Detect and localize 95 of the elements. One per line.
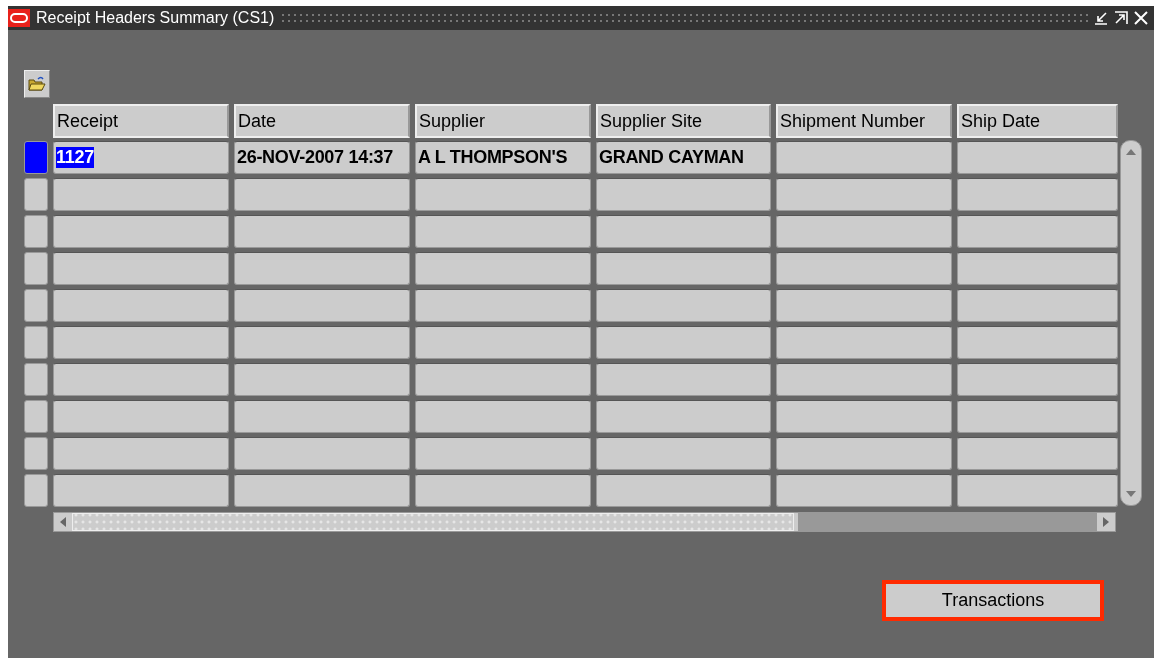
table-cell[interactable] bbox=[776, 473, 952, 507]
row-indicator[interactable] bbox=[24, 473, 48, 507]
table-cell[interactable] bbox=[53, 288, 229, 322]
table-cell[interactable] bbox=[596, 251, 771, 285]
transactions-button[interactable]: Transactions bbox=[882, 580, 1104, 621]
cell-text: GRAND CAYMAN bbox=[599, 146, 744, 168]
table-cell[interactable]: GRAND CAYMAN bbox=[596, 140, 771, 174]
column-header: Shipment Number bbox=[776, 104, 952, 138]
table-cell[interactable] bbox=[415, 362, 591, 396]
table-cell[interactable] bbox=[415, 214, 591, 248]
table-cell[interactable] bbox=[234, 436, 410, 470]
table-cell[interactable] bbox=[53, 436, 229, 470]
table-cell[interactable] bbox=[234, 251, 410, 285]
table-cell[interactable] bbox=[957, 140, 1118, 174]
table-cell[interactable] bbox=[234, 362, 410, 396]
table-cell[interactable] bbox=[957, 436, 1118, 470]
table-cell[interactable] bbox=[596, 288, 771, 322]
horizontal-scrollbar[interactable] bbox=[53, 512, 1116, 532]
close-icon[interactable] bbox=[1134, 11, 1148, 25]
row-indicator[interactable] bbox=[24, 177, 48, 211]
scroll-right-icon[interactable] bbox=[1101, 516, 1111, 528]
open-folder-button[interactable] bbox=[24, 70, 50, 98]
table-cell[interactable]: 1127 bbox=[53, 140, 229, 174]
table-cell[interactable] bbox=[234, 325, 410, 359]
row-indicator[interactable] bbox=[24, 214, 48, 248]
table-cell[interactable] bbox=[234, 214, 410, 248]
table-cell[interactable] bbox=[957, 325, 1118, 359]
column-header: Receipt bbox=[53, 104, 229, 138]
table-cell[interactable] bbox=[596, 177, 771, 211]
minimize-icon[interactable] bbox=[1094, 11, 1108, 25]
table-cell[interactable] bbox=[596, 362, 771, 396]
table-cell[interactable]: A L THOMPSON'S bbox=[415, 140, 591, 174]
row-indicator[interactable] bbox=[24, 288, 48, 322]
table-cell[interactable] bbox=[596, 436, 771, 470]
cell-text: 26-NOV-2007 14:37 bbox=[237, 146, 393, 168]
scroll-left-icon[interactable] bbox=[58, 516, 68, 528]
table-cell[interactable] bbox=[415, 473, 591, 507]
table-cell[interactable] bbox=[776, 251, 952, 285]
row-indicator[interactable] bbox=[24, 251, 48, 285]
table-cell[interactable] bbox=[415, 325, 591, 359]
table-cell[interactable] bbox=[415, 288, 591, 322]
row-indicator[interactable] bbox=[24, 325, 48, 359]
table-cell[interactable] bbox=[596, 214, 771, 248]
table-cell[interactable] bbox=[234, 473, 410, 507]
table-cell[interactable] bbox=[415, 177, 591, 211]
table-cell[interactable] bbox=[776, 436, 952, 470]
table-cell[interactable] bbox=[415, 399, 591, 433]
table-cell[interactable] bbox=[53, 214, 229, 248]
table-cell[interactable] bbox=[957, 399, 1118, 433]
window-title: Receipt Headers Summary (CS1) bbox=[36, 9, 275, 27]
table-cell[interactable] bbox=[776, 177, 952, 211]
table-cell[interactable] bbox=[53, 177, 229, 211]
table-cell[interactable] bbox=[53, 325, 229, 359]
row-indicator[interactable] bbox=[24, 399, 48, 433]
oracle-logo-icon bbox=[8, 9, 30, 27]
table-cell[interactable] bbox=[776, 399, 952, 433]
table-cell[interactable] bbox=[957, 473, 1118, 507]
table-cell[interactable]: 26-NOV-2007 14:37 bbox=[234, 140, 410, 174]
column-header: Supplier Site bbox=[596, 104, 771, 138]
table-cell[interactable] bbox=[957, 362, 1118, 396]
table-cell[interactable] bbox=[776, 214, 952, 248]
table-cell[interactable] bbox=[234, 399, 410, 433]
table-cell[interactable] bbox=[957, 288, 1118, 322]
table-cell[interactable] bbox=[234, 288, 410, 322]
table-cell[interactable] bbox=[957, 177, 1118, 211]
vertical-scrollbar[interactable] bbox=[1120, 140, 1142, 506]
table-cell[interactable] bbox=[53, 399, 229, 433]
row-indicator[interactable] bbox=[24, 362, 48, 396]
cell-text: A L THOMPSON'S bbox=[418, 146, 568, 168]
row-indicator[interactable] bbox=[24, 436, 48, 470]
scroll-thumb[interactable] bbox=[72, 513, 794, 531]
cell-text: 1127 bbox=[56, 146, 94, 168]
table-cell[interactable] bbox=[234, 177, 410, 211]
table-cell[interactable] bbox=[957, 251, 1118, 285]
scroll-down-icon[interactable] bbox=[1125, 489, 1137, 499]
table-cell[interactable] bbox=[415, 251, 591, 285]
table-cell[interactable] bbox=[596, 325, 771, 359]
table-cell[interactable] bbox=[957, 214, 1118, 248]
column-header: Ship Date bbox=[957, 104, 1118, 138]
table-cell[interactable] bbox=[776, 325, 952, 359]
table-cell[interactable] bbox=[596, 399, 771, 433]
table-cell[interactable] bbox=[776, 140, 952, 174]
table-cell[interactable] bbox=[776, 288, 952, 322]
table-cell[interactable] bbox=[53, 473, 229, 507]
table-cell[interactable] bbox=[596, 473, 771, 507]
row-indicator[interactable] bbox=[24, 140, 48, 174]
table-cell[interactable] bbox=[53, 251, 229, 285]
scroll-up-icon[interactable] bbox=[1125, 147, 1137, 157]
table-cell[interactable] bbox=[776, 362, 952, 396]
column-header: Date bbox=[234, 104, 410, 138]
table-cell[interactable] bbox=[415, 436, 591, 470]
folder-icon bbox=[28, 76, 46, 92]
column-header: Supplier bbox=[415, 104, 591, 138]
maximize-icon[interactable] bbox=[1114, 11, 1128, 25]
table-cell[interactable] bbox=[53, 362, 229, 396]
